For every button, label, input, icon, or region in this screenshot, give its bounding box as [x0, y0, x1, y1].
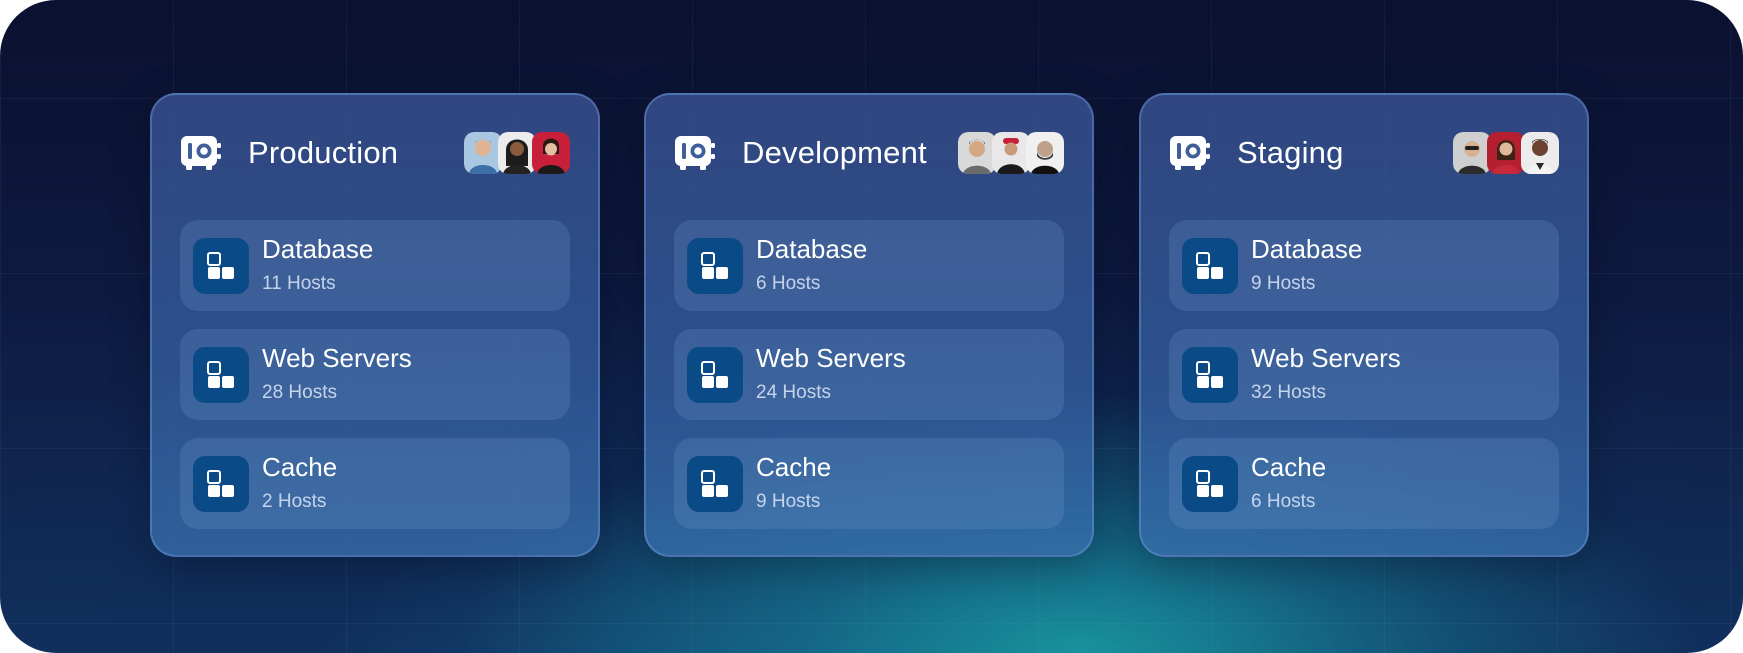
- member-avatars[interactable]: [958, 132, 1064, 174]
- environment-title: Production: [248, 135, 399, 170]
- environment-card-staging[interactable]: Staging Database 9 Hosts Web Servers 32 …: [1139, 93, 1589, 557]
- avatar: [992, 132, 1030, 174]
- host-count: 2 Hosts: [262, 491, 327, 512]
- host-group-cache[interactable]: Cache 9 Hosts: [674, 438, 1064, 529]
- environment-title: Staging: [1237, 135, 1344, 170]
- host-count: 28 Hosts: [262, 382, 337, 403]
- app-canvas: Production Database 11 Hosts Web Servers…: [0, 0, 1743, 653]
- host-count: 9 Hosts: [756, 491, 821, 512]
- host-group-web-servers[interactable]: Web Servers 32 Hosts: [1169, 329, 1559, 420]
- avatar: [958, 132, 996, 174]
- environment-title: Development: [742, 135, 927, 170]
- server-group-icon: [1182, 238, 1238, 294]
- host-group-database[interactable]: Database 6 Hosts: [674, 220, 1064, 311]
- group-name: Database: [1251, 234, 1363, 264]
- host-count: 9 Hosts: [1251, 273, 1316, 294]
- host-group-web-servers[interactable]: Web Servers 24 Hosts: [674, 329, 1064, 420]
- group-name: Web Servers: [1251, 343, 1401, 373]
- card-header: Development: [674, 131, 1064, 175]
- host-groups: Database 11 Hosts Web Servers 28 Hosts C…: [180, 220, 570, 547]
- group-name: Database: [262, 234, 374, 264]
- server-group-icon: [687, 238, 743, 294]
- card-header: Staging: [1169, 131, 1559, 175]
- avatar: [1521, 132, 1559, 174]
- group-name: Cache: [756, 452, 832, 482]
- host-count: 24 Hosts: [756, 382, 831, 403]
- group-name: Web Servers: [756, 343, 906, 373]
- host-group-database[interactable]: Database 9 Hosts: [1169, 220, 1559, 311]
- host-count: 11 Hosts: [262, 273, 336, 294]
- server-group-icon: [687, 347, 743, 403]
- avatar: [1453, 132, 1491, 174]
- vault-icon: [181, 136, 221, 170]
- server-group-icon: [1182, 347, 1238, 403]
- member-avatars[interactable]: [1453, 132, 1559, 174]
- vault-icon: [1170, 136, 1210, 170]
- server-group-icon: [1182, 456, 1238, 512]
- host-count: 6 Hosts: [756, 273, 821, 294]
- host-groups: Database 9 Hosts Web Servers 32 Hosts Ca…: [1169, 220, 1559, 547]
- server-group-icon: [193, 347, 249, 403]
- group-name: Web Servers: [262, 343, 412, 373]
- host-group-database[interactable]: Database 11 Hosts: [180, 220, 570, 311]
- avatar: [1487, 132, 1525, 174]
- group-name: Cache: [262, 452, 338, 482]
- environment-card-development[interactable]: Development Database 6 Hosts Web Servers…: [644, 93, 1094, 557]
- host-group-cache[interactable]: Cache 2 Hosts: [180, 438, 570, 529]
- member-avatars[interactable]: [464, 132, 570, 174]
- group-name: Cache: [1251, 452, 1327, 482]
- avatar: [498, 132, 536, 174]
- avatar: [1026, 132, 1064, 174]
- host-count: 32 Hosts: [1251, 382, 1326, 403]
- avatar: [532, 132, 570, 174]
- avatar: [464, 132, 502, 174]
- host-group-web-servers[interactable]: Web Servers 28 Hosts: [180, 329, 570, 420]
- server-group-icon: [193, 456, 249, 512]
- server-group-icon: [687, 456, 743, 512]
- group-name: Database: [756, 234, 868, 264]
- host-count: 6 Hosts: [1251, 491, 1316, 512]
- host-groups: Database 6 Hosts Web Servers 24 Hosts Ca…: [674, 220, 1064, 547]
- server-group-icon: [193, 238, 249, 294]
- card-header: Production: [180, 131, 570, 175]
- host-group-cache[interactable]: Cache 6 Hosts: [1169, 438, 1559, 529]
- environment-card-production[interactable]: Production Database 11 Hosts Web Servers…: [150, 93, 600, 557]
- vault-icon: [675, 136, 715, 170]
